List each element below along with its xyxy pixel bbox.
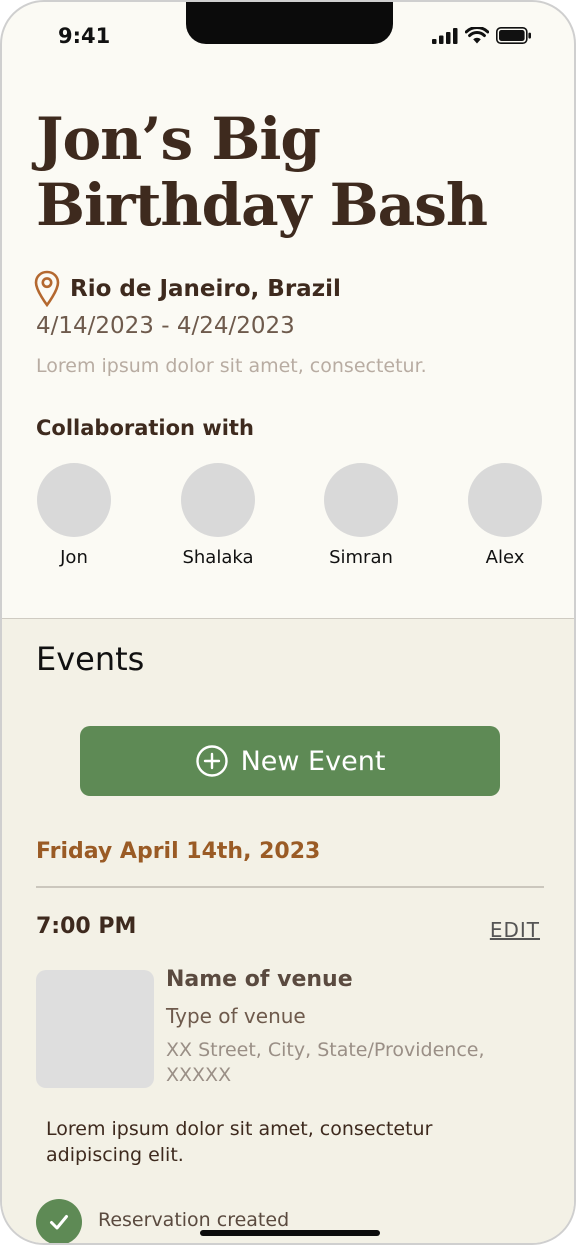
location-pin-icon [34, 270, 60, 308]
divider [36, 886, 544, 888]
avatar [37, 463, 111, 537]
event-time: 7:00 PM [36, 914, 137, 939]
new-event-label: New Event [240, 745, 386, 777]
avatar [181, 463, 255, 537]
reservation-status-badge [36, 1199, 82, 1243]
check-icon [50, 1215, 68, 1230]
events-title: Events [36, 640, 145, 678]
avatar [324, 463, 398, 537]
collaborator-alex[interactable]: Alex [445, 463, 565, 568]
trip-description: Lorem ipsum dolor sit amet, consectetur. [36, 355, 427, 377]
trip-location: Rio de Janeiro, Brazil [70, 276, 341, 302]
venue-image [36, 970, 154, 1088]
notch [186, 2, 393, 44]
reservation-status: Reservation created [98, 1209, 290, 1231]
collaborator-name: Simran [329, 547, 393, 568]
home-indicator[interactable] [200, 1230, 380, 1236]
collaborator-jon[interactable]: Jon [14, 463, 134, 568]
wifi-icon [465, 27, 489, 44]
phone-screen: 9:41 Jon’s Big Birthday Bash Rio de Jane… [0, 0, 576, 1245]
location-row: Rio de Janeiro, Brazil [34, 270, 341, 308]
collaborator-simran[interactable]: Simran [301, 463, 421, 568]
day-title: Friday April 14th, 2023 [36, 839, 321, 864]
avatar [468, 463, 542, 537]
trip-dates: 4/14/2023 - 4/24/2023 [36, 313, 295, 339]
edit-link[interactable]: EDIT [490, 918, 540, 942]
venue-address: XX Street, City, State/Providence, XXXXX [166, 1039, 485, 1086]
plus-circle-icon [195, 745, 228, 777]
collaborator-name: Alex [485, 547, 525, 568]
collaborator-shalaka[interactable]: Shalaka [158, 463, 278, 568]
signal-icon [432, 27, 458, 44]
collaborator-name: Jon [60, 547, 88, 568]
venue-type: Type of venue [166, 1004, 306, 1028]
battery-icon [496, 27, 531, 44]
status-time: 9:41 [58, 24, 111, 48]
venue-name: Name of venue [166, 967, 353, 992]
new-event-button[interactable]: New Event [80, 726, 500, 796]
collaborator-name: Shalaka [182, 547, 254, 568]
status-icons [432, 27, 532, 44]
trip-title: Jon’s Big Birthday Bash [36, 105, 488, 239]
collaboration-title: Collaboration with [36, 416, 254, 440]
event-description: Lorem ipsum dolor sit amet, consectetur … [46, 1118, 433, 1166]
